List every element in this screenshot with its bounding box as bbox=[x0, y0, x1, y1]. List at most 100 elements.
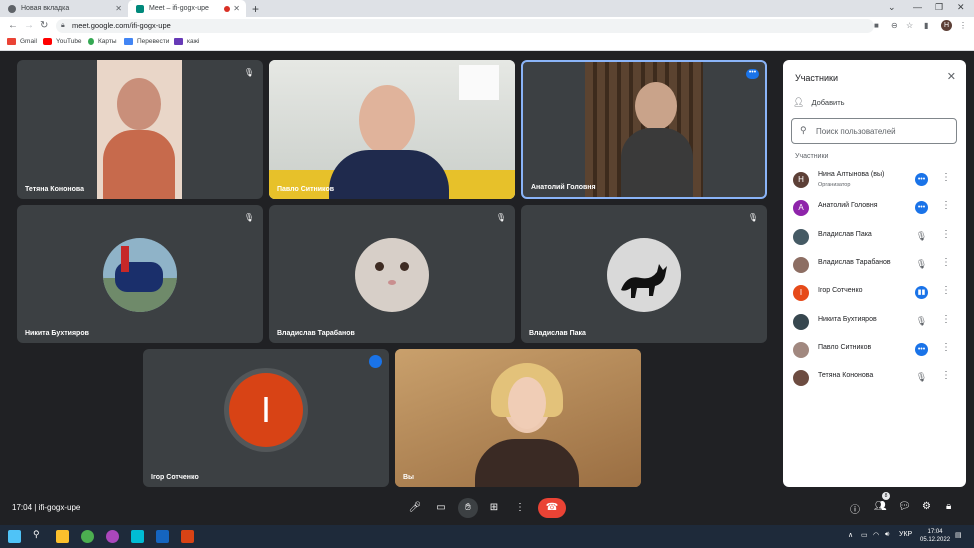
bookmark-maps[interactable]: Карты bbox=[88, 38, 117, 45]
participant-tile[interactable]: 🎙︎ Владислав Пака bbox=[521, 205, 767, 343]
tile-more-options-icon[interactable]: ••• bbox=[746, 69, 759, 79]
present-screen-icon[interactable]: ⊞ bbox=[484, 498, 504, 518]
participant-menu-icon[interactable]: ⋮ bbox=[941, 229, 951, 240]
participant-count-badge: 8 bbox=[882, 492, 890, 500]
system-clock[interactable]: 17:04 05.12.2022 bbox=[920, 528, 950, 544]
participant-menu-icon[interactable]: ⋮ bbox=[941, 285, 951, 296]
host-controls-icon[interactable]: 🔒︎ bbox=[946, 501, 951, 512]
panel-title: Участники bbox=[795, 73, 838, 83]
network-icon[interactable]: ▭ bbox=[861, 531, 868, 539]
participant-row[interactable]: Никита Бухтияров 🎙︎ ⋮ bbox=[783, 308, 966, 336]
zoom-icon[interactable]: ⊖ bbox=[891, 21, 898, 30]
participant-tile[interactable]: 🎙︎ Тетяна Кононова bbox=[17, 60, 263, 199]
bookmark-translate[interactable]: Перевести bbox=[124, 38, 169, 45]
participant-menu-icon[interactable]: ⋮ bbox=[941, 172, 951, 183]
more-actions-icon[interactable]: ••• bbox=[915, 201, 928, 214]
participant-menu-icon[interactable]: ⋮ bbox=[941, 314, 951, 325]
camera-in-use-icon[interactable]: ■ bbox=[874, 21, 879, 30]
close-icon[interactable]: ✕ bbox=[947, 70, 956, 83]
gmail-icon bbox=[7, 38, 16, 45]
more-actions-icon[interactable]: ••• bbox=[915, 173, 928, 186]
translate-icon bbox=[124, 38, 133, 45]
url-field[interactable]: 🔒︎ meet.google.com/ifi-gogx-upe bbox=[56, 19, 874, 33]
tab-search-chevron-icon[interactable]: ⌄ bbox=[888, 2, 896, 13]
notifications-icon[interactable]: ▤ bbox=[955, 531, 962, 539]
participant-tile[interactable]: 🎙︎ Владислав Тарабанов bbox=[269, 205, 515, 343]
participant-name: Анатолий Головня bbox=[531, 184, 596, 191]
search-people-input[interactable]: ⚲ Поиск пользователей bbox=[791, 118, 957, 144]
meeting-time: 17:04 bbox=[12, 503, 33, 512]
more-options-icon[interactable]: ⋮ bbox=[510, 498, 530, 518]
powerpoint-icon[interactable] bbox=[181, 530, 194, 543]
participant-menu-icon[interactable]: ⋮ bbox=[941, 257, 951, 268]
address-bar-row: ← → ↻ 🔒︎ meet.google.com/ifi-gogx-upe ■ … bbox=[0, 17, 974, 35]
keyboard-language[interactable]: УКР bbox=[899, 531, 912, 538]
reload-icon[interactable]: ↻ bbox=[40, 20, 48, 31]
maximize-icon[interactable]: ❐ bbox=[935, 2, 943, 13]
add-people-label: Добавить bbox=[811, 98, 845, 107]
chrome-icon[interactable] bbox=[81, 530, 94, 543]
bookmark-gmail[interactable]: Gmail bbox=[7, 38, 37, 45]
tab-close-icon[interactable]: ✕ bbox=[233, 4, 240, 13]
minimize-icon[interactable]: — bbox=[913, 2, 922, 12]
browser-tab-meet[interactable]: Meet – ifi-gogx-upe ✕ bbox=[128, 0, 246, 17]
participant-menu-icon[interactable]: ⋮ bbox=[941, 342, 951, 353]
file-explorer-icon[interactable] bbox=[56, 530, 69, 543]
mic-off-icon: 🎙︎ bbox=[915, 259, 928, 269]
participant-menu-icon[interactable]: ⋮ bbox=[941, 370, 951, 381]
profile-avatar[interactable]: H bbox=[941, 20, 952, 31]
browser-tab-new[interactable]: Новая вкладка ✕ bbox=[0, 0, 128, 17]
participant-avatar bbox=[607, 238, 681, 312]
meeting-details-icon[interactable]: ⓘ bbox=[850, 501, 860, 516]
activities-icon[interactable]: ⚙︎ bbox=[922, 501, 931, 512]
wifi-icon[interactable]: ◠ bbox=[873, 531, 879, 539]
participant-avatar bbox=[103, 238, 177, 312]
camera-icon[interactable]: ▭ bbox=[431, 498, 451, 518]
leave-call-button[interactable]: ☎︎ bbox=[538, 498, 566, 518]
participant-tile-active-speaker[interactable]: ••• Анатолий Головня bbox=[521, 60, 767, 199]
participant-row[interactable]: Владислав Тарабанов 🎙︎ ⋮ bbox=[783, 251, 966, 279]
microphone-icon[interactable]: 🎤︎ bbox=[405, 498, 425, 518]
raise-hand-icon[interactable]: ✋︎ bbox=[458, 498, 478, 518]
cat-eye-shape bbox=[375, 262, 384, 271]
chat-icon[interactable]: 💬︎ bbox=[898, 501, 911, 512]
participant-row[interactable]: Н Нина Алтынова (вы) Организатор ••• ⋮ bbox=[783, 166, 966, 194]
people-icon[interactable]: 👥︎ bbox=[874, 501, 887, 512]
app-icon[interactable] bbox=[106, 530, 119, 543]
windows-start-icon[interactable] bbox=[8, 530, 21, 543]
window-close-icon[interactable]: ✕ bbox=[957, 2, 965, 13]
browser-menu-icon[interactable]: ⋮ bbox=[959, 21, 967, 30]
add-people-button[interactable]: 👤︎ Добавить bbox=[793, 97, 845, 108]
bookmark-label: Перевести bbox=[137, 38, 170, 45]
participant-menu-icon[interactable]: ⋮ bbox=[941, 200, 951, 211]
participant-tile[interactable]: I Ігор Сотченко bbox=[143, 349, 389, 487]
rider-shape bbox=[121, 246, 129, 272]
search-icon[interactable]: ⚲ bbox=[33, 529, 40, 540]
participant-tile-self[interactable]: Вы bbox=[395, 349, 641, 487]
participant-tile[interactable]: Павло Ситников bbox=[269, 60, 515, 199]
app-icon[interactable] bbox=[131, 530, 144, 543]
more-actions-icon[interactable]: ••• bbox=[915, 343, 928, 356]
bookmark-youtube[interactable]: YouTube bbox=[43, 38, 82, 45]
new-tab-plus-icon[interactable]: + bbox=[252, 2, 259, 16]
participant-row[interactable]: I Ігор Сотченко ▮▮ ⋮ bbox=[783, 279, 966, 307]
tray-arrow-icon[interactable]: ∧ bbox=[848, 531, 853, 539]
participant-tile[interactable]: 🎙︎ Никита Бухтияров bbox=[17, 205, 263, 343]
participant-video bbox=[585, 62, 703, 197]
participant-row[interactable]: Павло Ситников ••• ⋮ bbox=[783, 336, 966, 364]
participant-row[interactable]: Тетяна Кононова 🎙︎ ⋮ bbox=[783, 364, 966, 392]
face-shape bbox=[635, 82, 677, 130]
participant-name: Тетяна Кононова bbox=[818, 372, 874, 379]
side-panel-icon[interactable]: ▮ bbox=[924, 21, 928, 30]
volume-icon[interactable]: 🔊︎ bbox=[885, 531, 889, 539]
word-icon[interactable] bbox=[156, 530, 169, 543]
tab-title: Новая вкладка bbox=[21, 5, 70, 12]
bookmark-kazhi[interactable]: кажі bbox=[174, 38, 199, 45]
black-cat-silhouette-icon bbox=[621, 264, 667, 298]
participant-row[interactable]: А Анатолий Головня ••• ⋮ bbox=[783, 194, 966, 222]
forward-icon[interactable]: → bbox=[24, 20, 34, 31]
participant-row[interactable]: Владислав Пака 🎙︎ ⋮ bbox=[783, 223, 966, 251]
back-icon[interactable]: ← bbox=[8, 20, 18, 31]
tab-close-icon[interactable]: ✕ bbox=[115, 4, 122, 13]
bookmark-star-icon[interactable]: ☆ bbox=[906, 21, 913, 30]
